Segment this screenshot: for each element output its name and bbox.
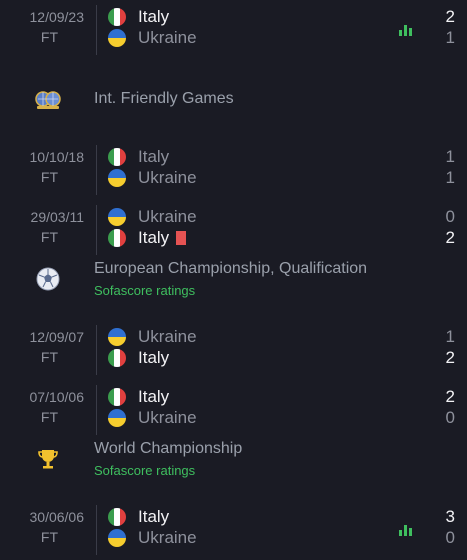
trophy-icon: [38, 450, 58, 469]
ukraine-flag-icon: [108, 29, 126, 47]
away-score: 2: [445, 228, 455, 247]
globe-trophy-icon: [35, 91, 61, 109]
ukraine-flag-icon: [108, 328, 126, 346]
tournament-name: European Championship, Qualification: [94, 260, 368, 277]
home-team-name: Ukraine: [138, 207, 197, 226]
ukraine-flag-icon: [108, 529, 126, 547]
away-score: 2: [445, 348, 455, 367]
home-score: 2: [445, 387, 455, 406]
match-status: FT: [40, 29, 58, 45]
away-team-name: Ukraine: [138, 408, 197, 427]
ukraine-flag-icon: [108, 169, 126, 187]
away-score: 0: [445, 408, 455, 427]
tournament-name: World Championship: [94, 440, 243, 457]
sofascore-ratings-link[interactable]: Sofascore ratings: [94, 283, 195, 298]
divider: [96, 145, 97, 195]
home-score: 3: [445, 507, 455, 526]
ukraine-flag-icon: [108, 208, 126, 226]
home-team-name: Italy: [138, 147, 170, 166]
italy-flag-icon: [108, 229, 126, 247]
soccer-ball-icon: [36, 267, 60, 291]
match-row[interactable]: 12/09/07 FT Ukraine Italy 1 2: [0, 320, 467, 380]
home-score: 2: [445, 7, 455, 26]
italy-flag-icon: [108, 349, 126, 367]
match-date: 07/10/06: [29, 389, 85, 405]
italy-flag-icon: [108, 8, 126, 26]
away-team-name: Ukraine: [138, 28, 197, 47]
divider: [96, 505, 97, 555]
match-date: 10/10/18: [29, 149, 85, 165]
ukraine-flag-icon: [108, 409, 126, 427]
italy-flag-icon: [108, 388, 126, 406]
away-team-name: Italy: [138, 228, 170, 247]
divider: [96, 5, 97, 55]
italy-flag-icon: [108, 508, 126, 526]
home-score: 1: [445, 147, 455, 166]
match-date: 12/09/07: [29, 329, 85, 345]
tournament-header-friendly[interactable]: Int. Friendly Games: [0, 80, 467, 120]
away-team-name: Ukraine: [138, 168, 197, 187]
tournament-header-euro-qualification[interactable]: European Championship, Qualification Sof…: [0, 258, 467, 304]
divider: [96, 325, 97, 375]
italy-flag-icon: [108, 148, 126, 166]
home-score: 0: [445, 207, 455, 226]
divider: [96, 385, 97, 435]
match-row[interactable]: 29/03/11 FT Ukraine Italy 0 2: [0, 200, 467, 260]
away-team-name: Ukraine: [138, 528, 197, 547]
match-status: FT: [40, 349, 58, 365]
home-score: 1: [445, 327, 455, 346]
red-card-icon: [176, 231, 186, 245]
match-status: FT: [40, 529, 58, 545]
tournament-name: Int. Friendly Games: [94, 90, 234, 107]
match-date: 30/06/06: [29, 509, 85, 525]
match-date: 12/09/23: [29, 9, 85, 25]
bar-chart-icon[interactable]: [399, 523, 413, 537]
bar-chart-icon[interactable]: [399, 23, 413, 37]
away-team-name: Italy: [138, 348, 170, 367]
match-status: FT: [40, 169, 58, 185]
home-team-name: Italy: [138, 507, 170, 526]
match-row[interactable]: 10/10/18 FT Italy Ukraine 1 1: [0, 140, 467, 200]
divider: [96, 205, 97, 255]
home-team-name: Ukraine: [138, 327, 197, 346]
match-date: 29/03/11: [30, 209, 84, 225]
match-row[interactable]: 07/10/06 FT Italy Ukraine 2 0: [0, 380, 467, 440]
tournament-header-world-championship[interactable]: World Championship Sofascore ratings: [0, 438, 467, 484]
sofascore-ratings-link[interactable]: Sofascore ratings: [94, 463, 195, 478]
match-status: FT: [40, 409, 58, 425]
away-score: 1: [445, 28, 455, 47]
match-row[interactable]: 12/09/23 FT Italy Ukraine 2 1: [0, 0, 467, 60]
match-list: 12/09/23 FT Italy Ukraine 2 1 Int. Frien…: [0, 0, 467, 555]
home-team-name: Italy: [138, 7, 170, 26]
match-status: FT: [40, 229, 58, 245]
away-score: 0: [445, 528, 455, 547]
home-team-name: Italy: [138, 387, 170, 406]
match-row[interactable]: 30/06/06 FT Italy Ukraine 3 0: [0, 500, 467, 560]
away-score: 1: [445, 168, 455, 187]
